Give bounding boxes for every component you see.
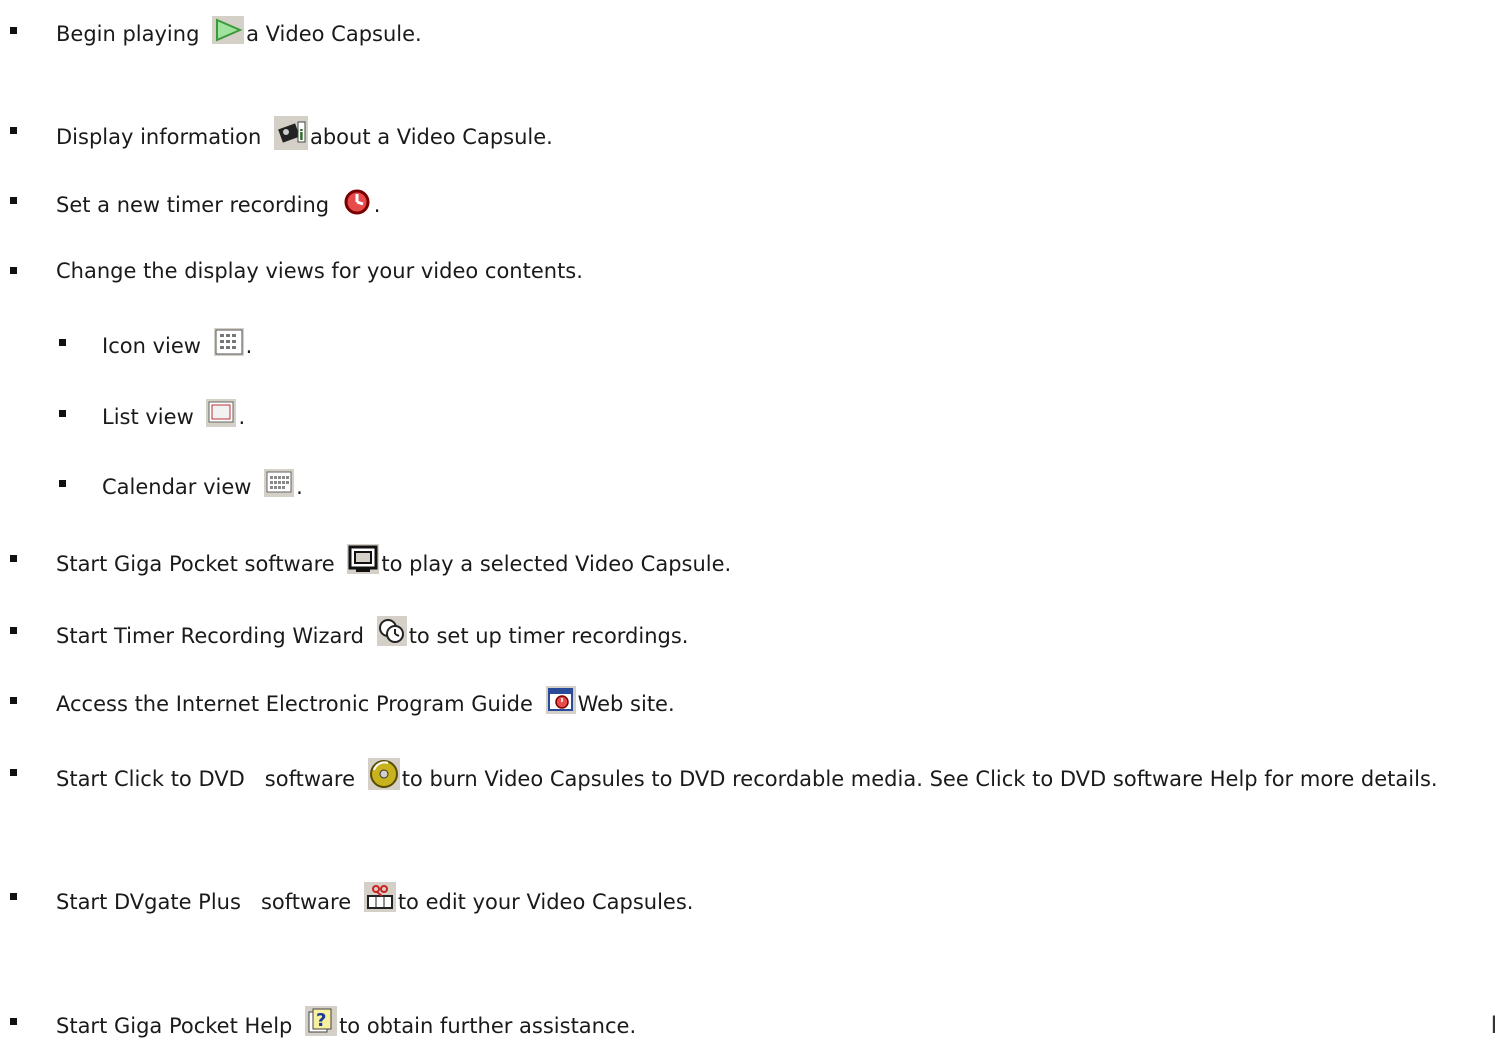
timer-wizard-icon[interactable]: [376, 616, 407, 646]
bullet: [10, 197, 17, 204]
item-text: Start Giga Pocket Help: [56, 1014, 293, 1038]
item-text: .: [373, 193, 381, 217]
help-icon[interactable]: ?: [305, 1006, 338, 1036]
bullet: [10, 127, 17, 134]
timer-record-icon[interactable]: [342, 186, 372, 216]
item-text: Start DVgate Plus software: [56, 890, 352, 914]
item-text: about a Video Capsule.: [309, 125, 553, 149]
item-text: List view: [102, 405, 194, 429]
bullet: [10, 627, 17, 634]
item-text: Calendar view: [102, 475, 252, 499]
bullet: [10, 893, 17, 900]
bullet: [10, 697, 17, 704]
item-text: Set a new timer recording: [56, 193, 330, 217]
bullet: [59, 480, 66, 487]
item-text: Access the Internet Electronic Program G…: [56, 692, 533, 716]
item-text: Start Giga Pocket software: [56, 552, 335, 576]
bullet: [10, 1018, 17, 1025]
item-text: Display information: [56, 125, 262, 149]
bullet: [59, 410, 66, 417]
item-text: .: [238, 405, 246, 429]
item-text: to obtain further assistance.: [339, 1014, 637, 1038]
bullet: [10, 769, 17, 776]
bullet: [10, 555, 17, 562]
item-text: a Video Capsule.: [246, 22, 422, 46]
bullet: [10, 27, 17, 34]
item-text: Start Timer Recording Wizard: [56, 624, 365, 648]
item-text: .: [245, 334, 253, 358]
item-text: Change the display views for your video …: [56, 259, 583, 283]
item-text: Icon view: [102, 334, 201, 358]
svg-text:i: i: [299, 128, 304, 144]
item-text: to set up timer recordings.: [408, 624, 689, 648]
dvgate-plus-icon[interactable]: [363, 882, 396, 912]
bullet: [59, 339, 66, 346]
calendar-view-icon[interactable]: [264, 469, 295, 497]
video-info-icon[interactable]: i: [273, 116, 308, 150]
list-view-icon[interactable]: [206, 399, 237, 427]
click-to-dvd-icon[interactable]: [367, 758, 400, 790]
item-text: to edit your Video Capsules.: [397, 890, 694, 914]
item-text: Begin playing: [56, 22, 200, 46]
item-text: Web site.: [577, 692, 675, 716]
play-icon[interactable]: [212, 16, 245, 44]
page-number-fragment: P: [1491, 1011, 1495, 1039]
program-guide-icon[interactable]: [545, 686, 576, 714]
item-text: .: [296, 475, 303, 499]
svg-text:?: ?: [316, 1010, 326, 1031]
item-text: to play a selected Video Capsule.: [381, 552, 732, 576]
bullet: [10, 267, 17, 274]
item-text: Start Click to DVD software: [56, 767, 355, 791]
item-text: to burn Video Capsules to DVD recordable…: [401, 767, 1438, 791]
icon-view-icon[interactable]: [213, 328, 244, 356]
giga-pocket-icon[interactable]: [347, 544, 380, 574]
